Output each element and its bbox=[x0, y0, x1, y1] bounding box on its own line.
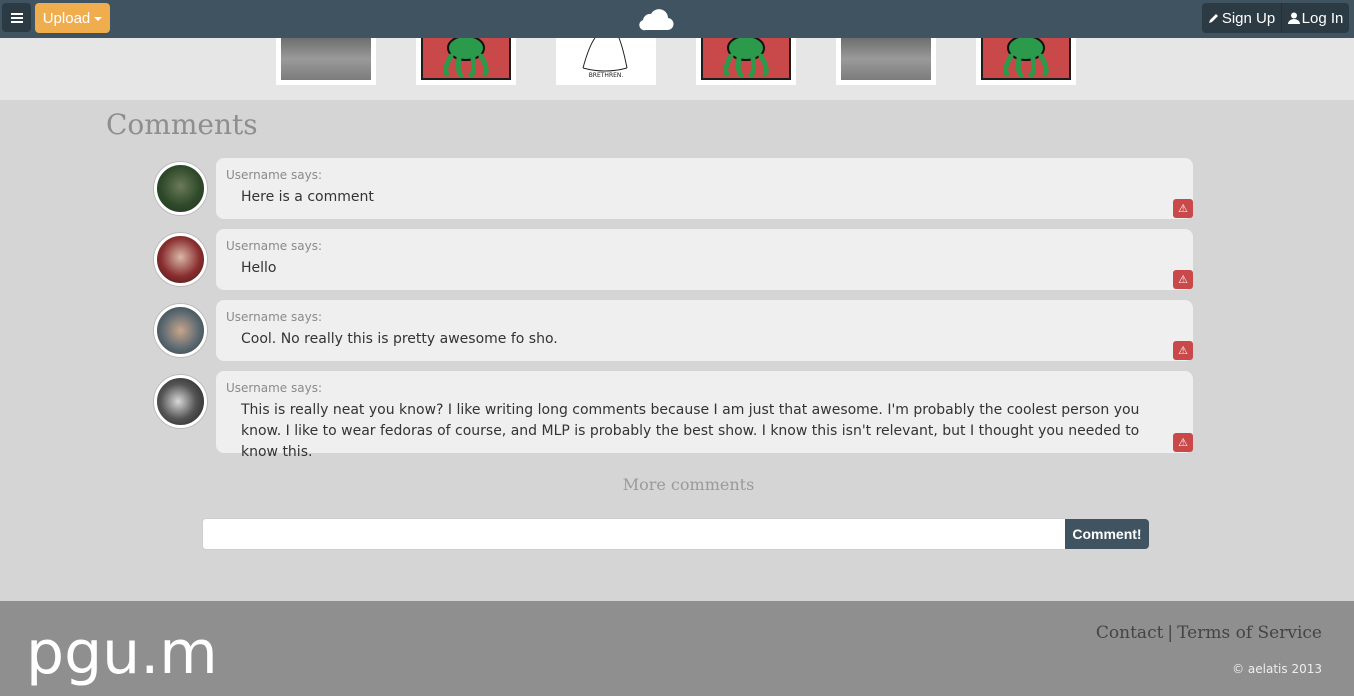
thumbnail-image bbox=[421, 38, 511, 80]
pencil-icon bbox=[1208, 14, 1218, 23]
svg-text:pgu.me: pgu.me bbox=[26, 618, 216, 688]
thumbnail[interactable] bbox=[836, 38, 936, 85]
caret-down-icon bbox=[94, 17, 103, 21]
comments-heading: Comments bbox=[106, 108, 258, 141]
cloud-icon[interactable] bbox=[638, 4, 674, 32]
report-warning-icon[interactable]: ⚠ bbox=[1173, 341, 1193, 360]
sign-up-label: Sign Up bbox=[1221, 9, 1276, 27]
more-comments-link[interactable]: More comments bbox=[0, 475, 1354, 494]
contact-link[interactable]: Contact bbox=[1096, 623, 1164, 643]
report-warning-icon[interactable]: ⚠ bbox=[1173, 433, 1193, 452]
comment-author[interactable]: Username says: bbox=[226, 168, 322, 182]
comment-author[interactable]: Username says: bbox=[226, 239, 322, 253]
link-separator: | bbox=[1167, 623, 1174, 643]
comment-text: Cool. No really this is pretty awesome f… bbox=[241, 331, 558, 347]
thumbnail-image bbox=[701, 38, 791, 80]
thumbnail-image bbox=[841, 38, 931, 80]
comment-text: Hello bbox=[241, 260, 277, 276]
menu-button[interactable] bbox=[2, 3, 31, 32]
log-in-label: Log In bbox=[1301, 9, 1344, 27]
upload-label: Upload bbox=[42, 9, 91, 27]
comment-author[interactable]: Username says: bbox=[226, 381, 322, 395]
comment-bubble: Username says: This is really neat you k… bbox=[216, 371, 1193, 460]
comment-item: Username says: Cool. No really this is p… bbox=[154, 300, 1193, 362]
avatar[interactable] bbox=[154, 304, 207, 357]
comment-bubble: Username says: Here is a comment ⚠ bbox=[216, 158, 1193, 219]
comment-bubble: Username says: Cool. No really this is p… bbox=[216, 300, 1193, 361]
upload-button[interactable]: Upload bbox=[35, 3, 110, 33]
report-warning-icon[interactable]: ⚠ bbox=[1173, 199, 1193, 218]
comment-item: Username says: Here is a comment ⚠ bbox=[154, 158, 1193, 220]
thumbnail[interactable] bbox=[416, 38, 516, 85]
comment-item: Username says: This is really neat you k… bbox=[154, 371, 1193, 460]
avatar[interactable] bbox=[154, 375, 207, 428]
thumbnail[interactable] bbox=[696, 38, 796, 85]
comment-bubble: Username says: Hello ⚠ bbox=[216, 229, 1193, 290]
terms-of-service-link[interactable]: Terms of Service bbox=[1177, 623, 1322, 643]
footer-links: Contact | Terms of Service bbox=[1096, 623, 1322, 643]
comment-text: This is really neat you know? I like wri… bbox=[241, 402, 1140, 460]
thumbnail[interactable] bbox=[276, 38, 376, 85]
avatar[interactable] bbox=[154, 162, 207, 215]
thumbnail-strip: BRETHREN. bbox=[0, 38, 1354, 100]
pgu-logo[interactable]: pgu.me bbox=[26, 611, 216, 691]
footer: pgu.me Contact|Terms of Service © aelati… bbox=[0, 601, 1354, 696]
thumbnail-image: BRETHREN. bbox=[561, 38, 651, 80]
thumbnail-image bbox=[981, 38, 1071, 80]
thumbnail-caption: BRETHREN. bbox=[589, 72, 624, 79]
auth-button-group: Sign Up Log In bbox=[1202, 3, 1349, 33]
comment-submit-button[interactable]: Comment! bbox=[1065, 519, 1149, 549]
comment-author[interactable]: Username says: bbox=[226, 310, 322, 324]
report-warning-icon[interactable]: ⚠ bbox=[1173, 270, 1193, 289]
copyright-text: © aelatis 2013 bbox=[1232, 662, 1322, 676]
thumbnail-image bbox=[281, 38, 371, 80]
comment-item: Username says: Hello ⚠ bbox=[154, 229, 1193, 291]
comment-input[interactable] bbox=[202, 518, 1066, 550]
thumbnail[interactable]: BRETHREN. bbox=[556, 38, 656, 85]
comment-text: Here is a comment bbox=[241, 189, 374, 205]
sign-up-button[interactable]: Sign Up bbox=[1202, 3, 1282, 33]
top-navbar: Upload Sign Up Log In bbox=[0, 0, 1354, 38]
hamburger-icon bbox=[10, 12, 23, 23]
avatar[interactable] bbox=[154, 233, 207, 286]
thumbnail[interactable] bbox=[976, 38, 1076, 85]
log-in-button[interactable]: Log In bbox=[1282, 3, 1349, 33]
user-icon bbox=[1287, 12, 1300, 24]
